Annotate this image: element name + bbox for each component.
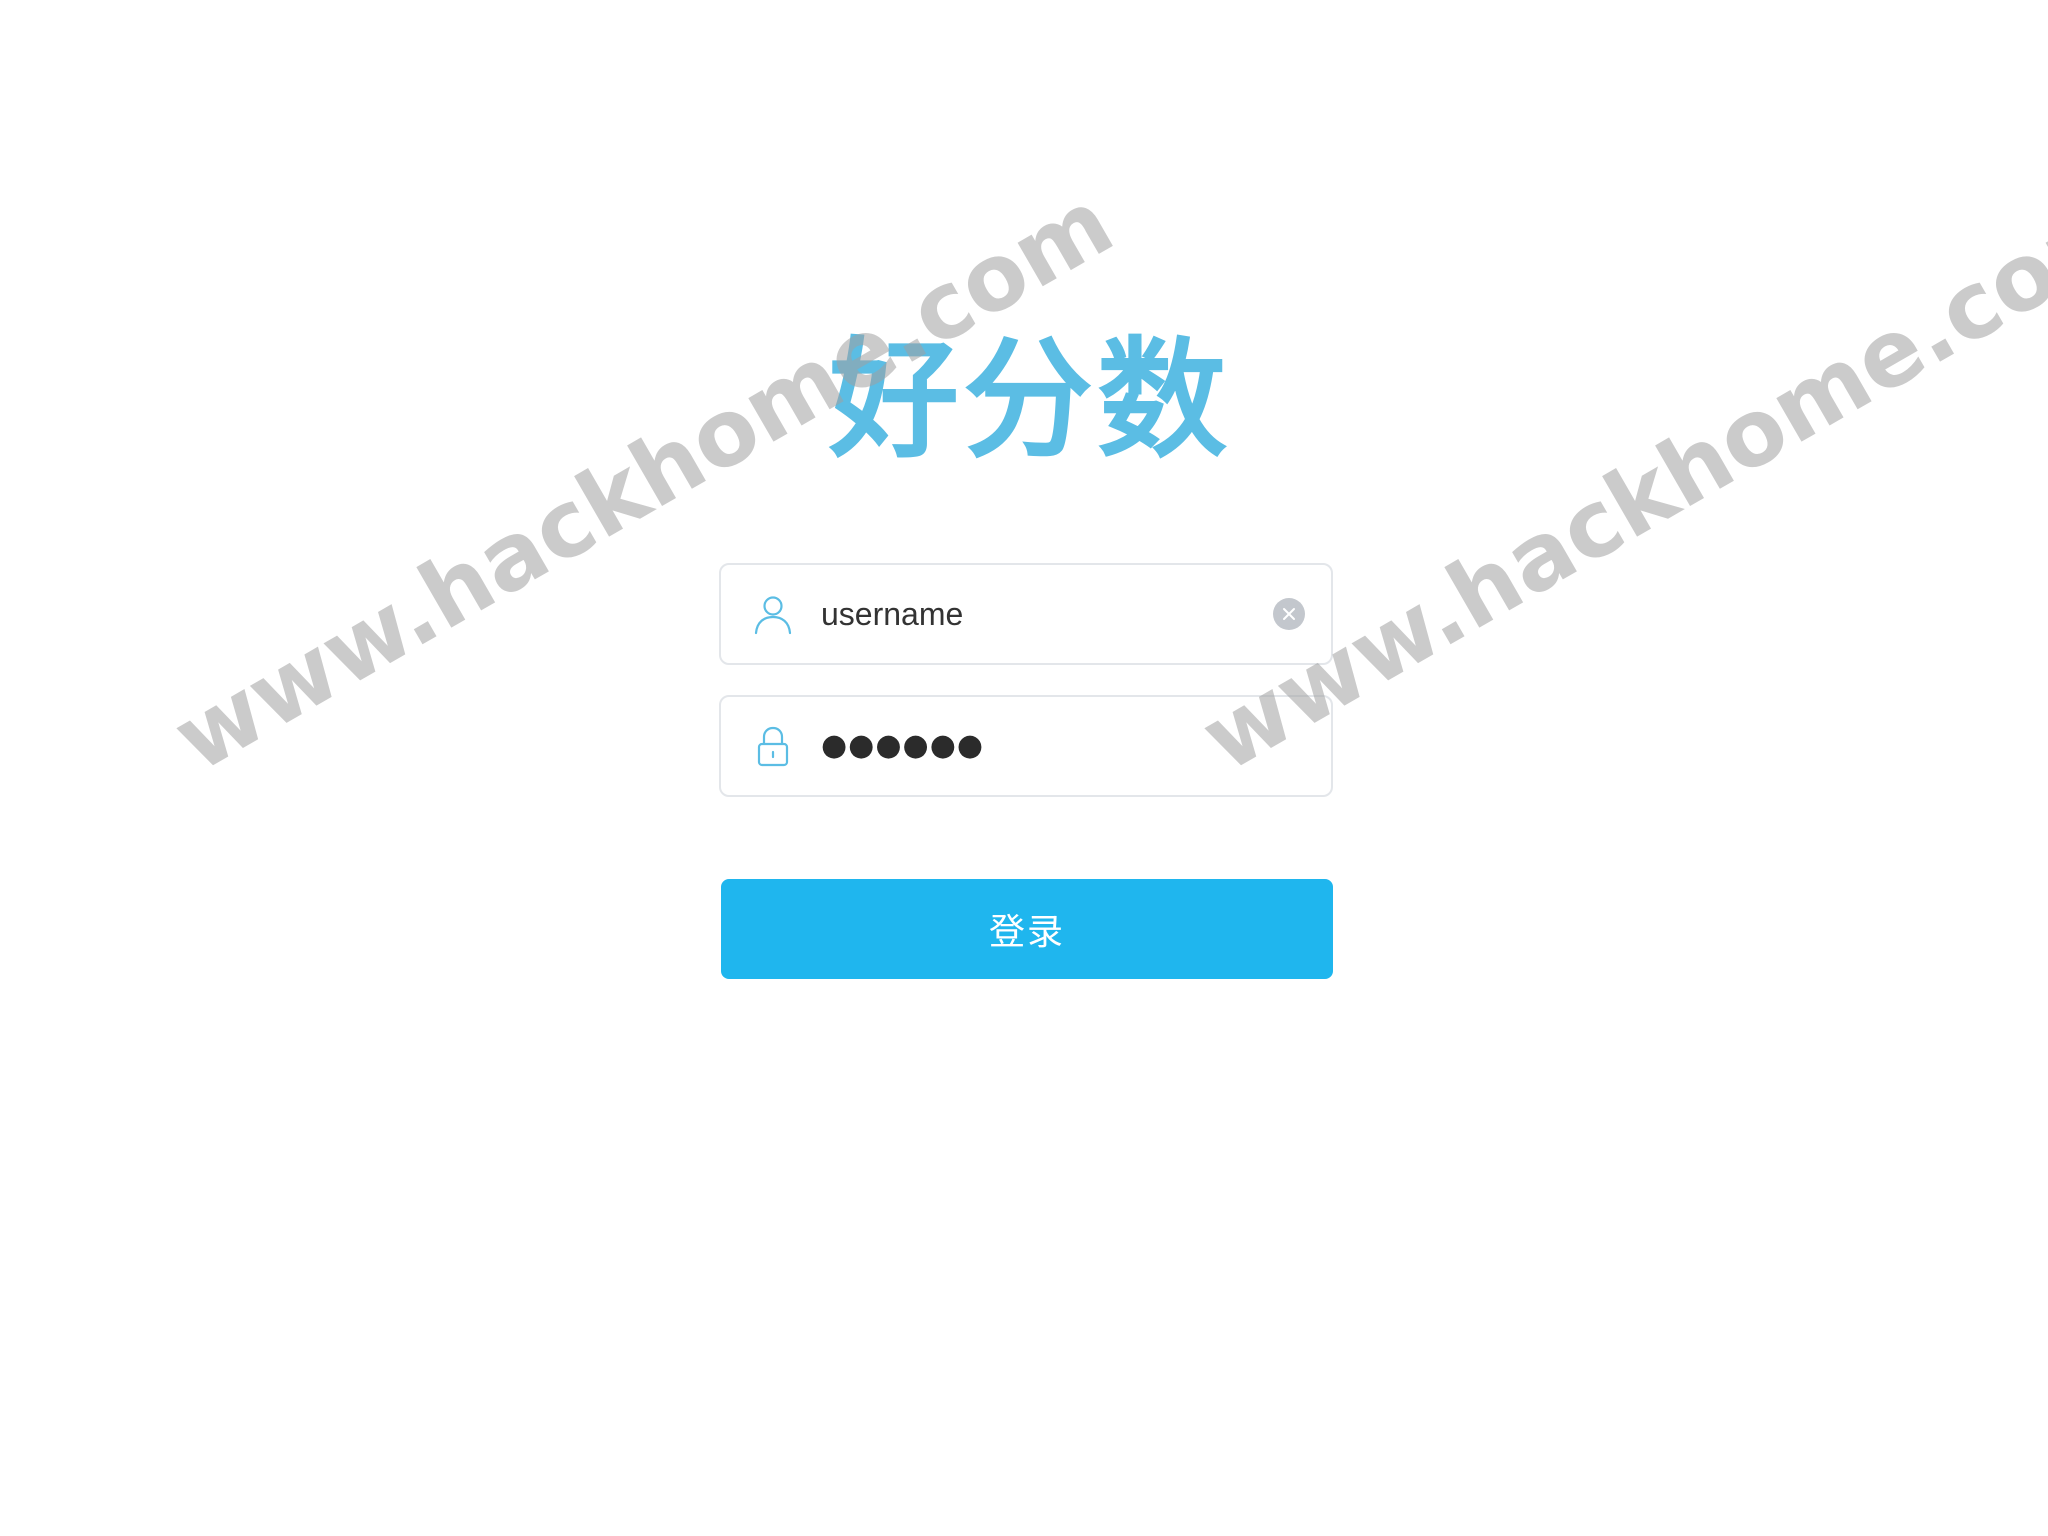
user-icon — [751, 592, 795, 636]
login-button[interactable]: 登录 — [721, 879, 1333, 979]
password-input[interactable]: ●●●●●● — [821, 697, 984, 795]
password-field[interactable]: ●●●●●● — [719, 695, 1333, 797]
username-input[interactable]: username — [821, 565, 963, 663]
app-logo: 好分数 — [828, 324, 1231, 476]
clear-icon[interactable] — [1273, 598, 1305, 630]
lock-icon — [751, 724, 795, 768]
username-field[interactable]: username — [719, 563, 1333, 665]
